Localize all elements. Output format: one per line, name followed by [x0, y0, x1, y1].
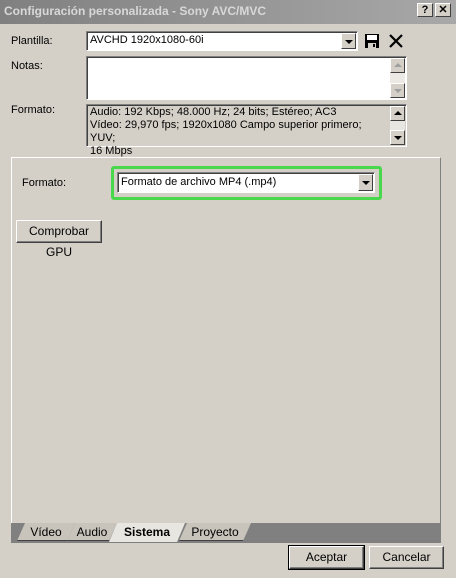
delete-icon [389, 34, 403, 48]
tab-audio[interactable]: Audio [67, 523, 117, 541]
close-button[interactable]: ✕ [435, 3, 451, 17]
system-tab-panel [11, 157, 441, 524]
window-title: Configuración personalizada - Sony AVC/M… [4, 4, 267, 18]
system-format-combo[interactable]: Formato de archivo MP4 (.mp4) [117, 172, 375, 193]
format-info-scrollbar[interactable] [390, 106, 405, 145]
save-template-button[interactable] [364, 33, 380, 49]
tab-label: Proyecto [191, 525, 239, 539]
help-button[interactable]: ? [417, 3, 433, 17]
close-icon: ✕ [438, 4, 448, 16]
scroll-up-arrow-icon[interactable] [390, 58, 405, 73]
template-value: AVCHD 1920x1080-60i [90, 34, 204, 46]
delete-template-button[interactable] [388, 33, 404, 49]
system-format-dropdown-button[interactable] [358, 174, 373, 191]
tab-label: Audio [76, 525, 108, 539]
check-gpu-button[interactable]: Comprobar GPU [16, 220, 102, 259]
system-format-value: Formato de archivo MP4 (.mp4) [121, 176, 277, 188]
scroll-up-arrow-icon[interactable] [390, 106, 405, 121]
ok-button[interactable]: Aceptar [288, 545, 365, 570]
scroll-down-arrow-icon[interactable] [390, 83, 405, 98]
ok-label: Aceptar [305, 550, 348, 564]
format-info-line: Audio: 192 Kbps; 48.000 Hz; 24 bits; Est… [90, 106, 337, 118]
system-format-label: Formato: [22, 177, 67, 189]
scroll-down-arrow-icon[interactable] [390, 130, 405, 145]
tab-label: Vídeo [30, 525, 62, 539]
template-label: Plantilla: [11, 35, 53, 47]
title-bar: Configuración personalizada - Sony AVC/M… [0, 0, 456, 24]
notes-label: Notas: [11, 60, 43, 72]
format-info-line: Vídeo: 29,970 fps; 1920x1080 Campo super… [90, 119, 362, 144]
template-dropdown-button[interactable] [341, 33, 356, 49]
floppy-disk-icon [365, 34, 379, 48]
tab-proyecto[interactable]: Proyecto [179, 523, 251, 541]
tab-video[interactable]: Vídeo [17, 523, 75, 541]
template-combo[interactable]: AVCHD 1920x1080-60i [86, 31, 358, 51]
format-info-box: Audio: 192 Kbps; 48.000 Hz; 24 bits; Est… [86, 104, 407, 157]
tab-strip: Vídeo Audio Sistema Proyecto [11, 523, 441, 543]
tab-sistema[interactable]: Sistema [109, 523, 185, 542]
tab-label: Sistema [123, 525, 171, 539]
notes-textarea[interactable] [86, 56, 407, 100]
cancel-button[interactable]: Cancelar [369, 546, 444, 569]
help-icon: ? [421, 4, 429, 16]
cancel-label: Cancelar [382, 550, 431, 564]
notes-scrollbar[interactable] [390, 58, 405, 98]
format-info-label: Formato: [11, 104, 56, 116]
